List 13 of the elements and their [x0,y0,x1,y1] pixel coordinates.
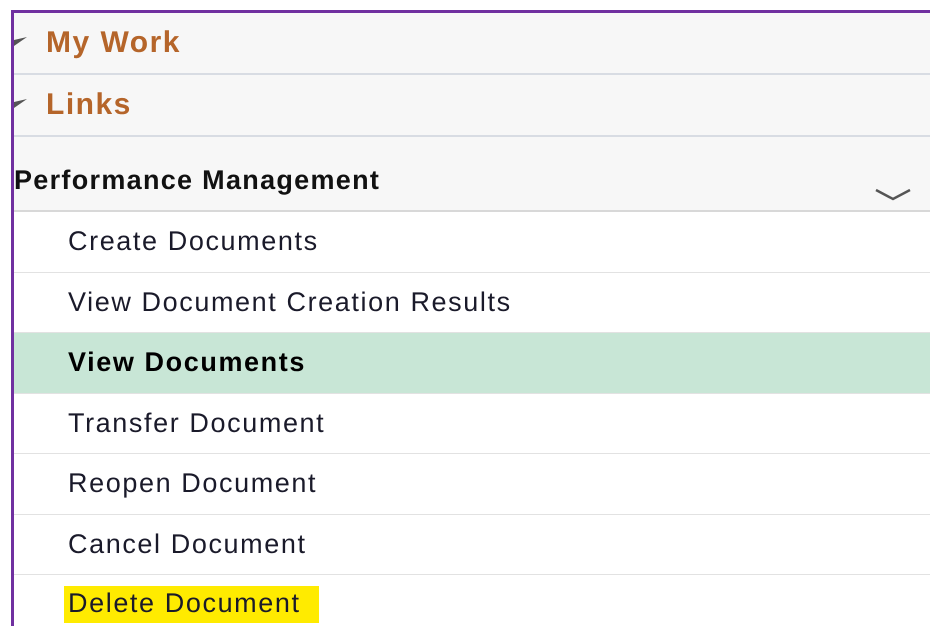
chevron-down-icon[interactable] [874,188,912,202]
triangle-icon[interactable] [14,37,28,49]
menu-item[interactable]: Cancel Document [14,514,930,575]
menu-item[interactable]: Transfer Document [14,394,930,454]
menu-item[interactable]: Delete Document [14,575,930,626]
section-link[interactable]: My Work [46,26,181,60]
menu-item[interactable]: Reopen Document [14,454,930,514]
menu-item[interactable]: View Documents [14,333,930,394]
menu-item[interactable]: Create Documents [14,212,930,272]
section-title: Performance Management [14,165,380,196]
section-link[interactable]: Links [46,88,132,122]
triangle-icon[interactable] [14,99,28,111]
highlight-mark: Delete Document [64,586,319,624]
